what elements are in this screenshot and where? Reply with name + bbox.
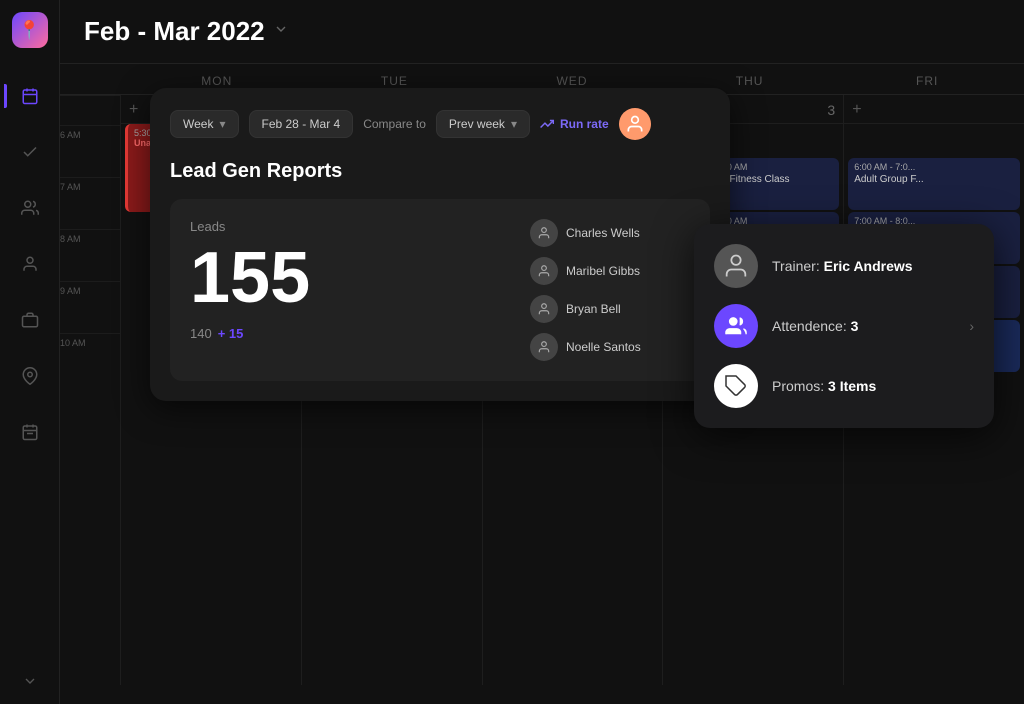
leads-number: 155 — [190, 242, 510, 314]
run-rate-label: Run rate — [560, 117, 609, 131]
user-avatar[interactable] — [619, 108, 651, 140]
leads-right-section: Charles Wells Maribel Gibbs Bryan Bell — [530, 219, 690, 361]
promos-row[interactable]: Promos: 3 Items — [714, 364, 974, 408]
time-8am: 8 AM — [60, 229, 120, 281]
leads-left-section: Leads 155 140 + 15 — [190, 219, 510, 361]
lead-name-3: Bryan Bell — [566, 302, 621, 316]
week-chevron-icon: ▾ — [219, 117, 225, 131]
friday-header: + — [844, 95, 1024, 124]
lead-name-2: Maribel Gibbs — [566, 264, 640, 278]
promos-label: Promos: — [772, 378, 824, 394]
sidebar-item-schedule[interactable] — [14, 416, 46, 448]
trainer-label: Trainer: — [772, 258, 820, 274]
sidebar-item-location[interactable] — [14, 360, 46, 392]
sidebar-item-person[interactable] — [14, 248, 46, 280]
time-6am: 6 AM — [60, 125, 120, 177]
run-rate-button[interactable]: Run rate — [540, 117, 609, 131]
friday-add-icon[interactable]: + — [852, 101, 861, 119]
lead-person-1[interactable]: Charles Wells — [530, 219, 690, 247]
lead-name-4: Noelle Santos — [566, 340, 641, 354]
leads-card: Leads 155 140 + 15 Charles Wells — [170, 199, 710, 381]
lead-avatar-3 — [530, 295, 558, 323]
sidebar-item-calendar[interactable] — [14, 80, 46, 112]
prev-week-label: Prev week — [449, 117, 505, 131]
attendance-row[interactable]: Attendence: 3 › — [714, 304, 974, 348]
session-popup: Trainer: Eric Andrews Attendence: 3 › — [694, 224, 994, 428]
thursday-date: 3 — [827, 102, 835, 118]
leads-breakdown: 140 + 15 — [190, 326, 510, 341]
lead-avatar-2 — [530, 257, 558, 285]
monday-add-icon[interactable]: + — [129, 101, 138, 119]
lead-avatar-1 — [530, 219, 558, 247]
lead-person-3[interactable]: Bryan Bell — [530, 295, 690, 323]
attendance-label: Attendence: — [772, 318, 847, 334]
main-content: Feb - Mar 2022 MON TUE WED THU FRI 6 AM … — [60, 0, 1024, 704]
trainer-name: Eric Andrews — [824, 258, 913, 274]
reports-title: Lead Gen Reports — [170, 160, 710, 183]
header: Feb - Mar 2022 — [60, 0, 1024, 64]
leads-new: + 15 — [218, 326, 244, 341]
week-selector[interactable]: Week ▾ — [170, 110, 239, 138]
reports-overlay: Week ▾ Feb 28 - Mar 4 Compare to Prev we… — [150, 88, 730, 401]
sidebar-item-briefcase[interactable] — [14, 304, 46, 336]
event-time: 6:00 AM - 7:0... — [854, 162, 1014, 172]
title-chevron-icon[interactable] — [273, 21, 289, 42]
fri-event-1[interactable]: 6:00 AM - 7:0... Adult Group F... — [848, 158, 1020, 210]
trainer-avatar — [714, 244, 758, 288]
calendar-view: MON TUE WED THU FRI 6 AM 7 AM 8 AM 9 AM … — [60, 64, 1024, 704]
promos-value: 3 Items — [828, 378, 876, 394]
trainer-row: Trainer: Eric Andrews — [714, 244, 974, 288]
attendance-info: Attendence: 3 — [772, 318, 858, 334]
page-title: Feb - Mar 2022 — [84, 16, 265, 47]
sidebar-chevron-icon[interactable] — [22, 673, 38, 692]
time-7am: 7 AM — [60, 177, 120, 229]
lead-name-1: Charles Wells — [566, 226, 640, 240]
date-range-selector[interactable]: Feb 28 - Mar 4 — [249, 110, 354, 138]
sidebar: 📍 — [0, 0, 60, 704]
lead-person-4[interactable]: Noelle Santos — [530, 333, 690, 361]
attendance-count: 3 — [851, 318, 859, 334]
sidebar-item-users[interactable] — [14, 192, 46, 224]
leads-label: Leads — [190, 219, 510, 234]
leads-base: 140 — [190, 326, 212, 341]
day-fri: FRI — [838, 64, 1016, 94]
logo-icon: 📍 — [18, 20, 40, 41]
reports-toolbar: Week ▾ Feb 28 - Mar 4 Compare to Prev we… — [170, 108, 710, 140]
app-logo[interactable]: 📍 — [12, 12, 48, 48]
compare-label: Compare to — [363, 117, 426, 131]
promo-icon — [714, 364, 758, 408]
attendance-icon — [714, 304, 758, 348]
promos-info: Promos: 3 Items — [772, 378, 876, 394]
attendance-arrow-icon[interactable]: › — [969, 318, 974, 334]
lead-avatar-4 — [530, 333, 558, 361]
time-column: 6 AM 7 AM 8 AM 9 AM 10 AM — [60, 95, 120, 685]
date-range-label: Feb 28 - Mar 4 — [262, 117, 341, 131]
week-label: Week — [183, 117, 213, 131]
time-10am: 10 AM — [60, 333, 120, 385]
lead-person-2[interactable]: Maribel Gibbs — [530, 257, 690, 285]
event-title: Adult Group F... — [854, 174, 1014, 185]
prev-week-selector[interactable]: Prev week ▾ — [436, 110, 530, 138]
prev-week-chevron-icon: ▾ — [511, 117, 517, 131]
sidebar-item-check[interactable] — [14, 136, 46, 168]
trainer-info: Trainer: Eric Andrews — [772, 258, 913, 274]
time-9am: 9 AM — [60, 281, 120, 333]
